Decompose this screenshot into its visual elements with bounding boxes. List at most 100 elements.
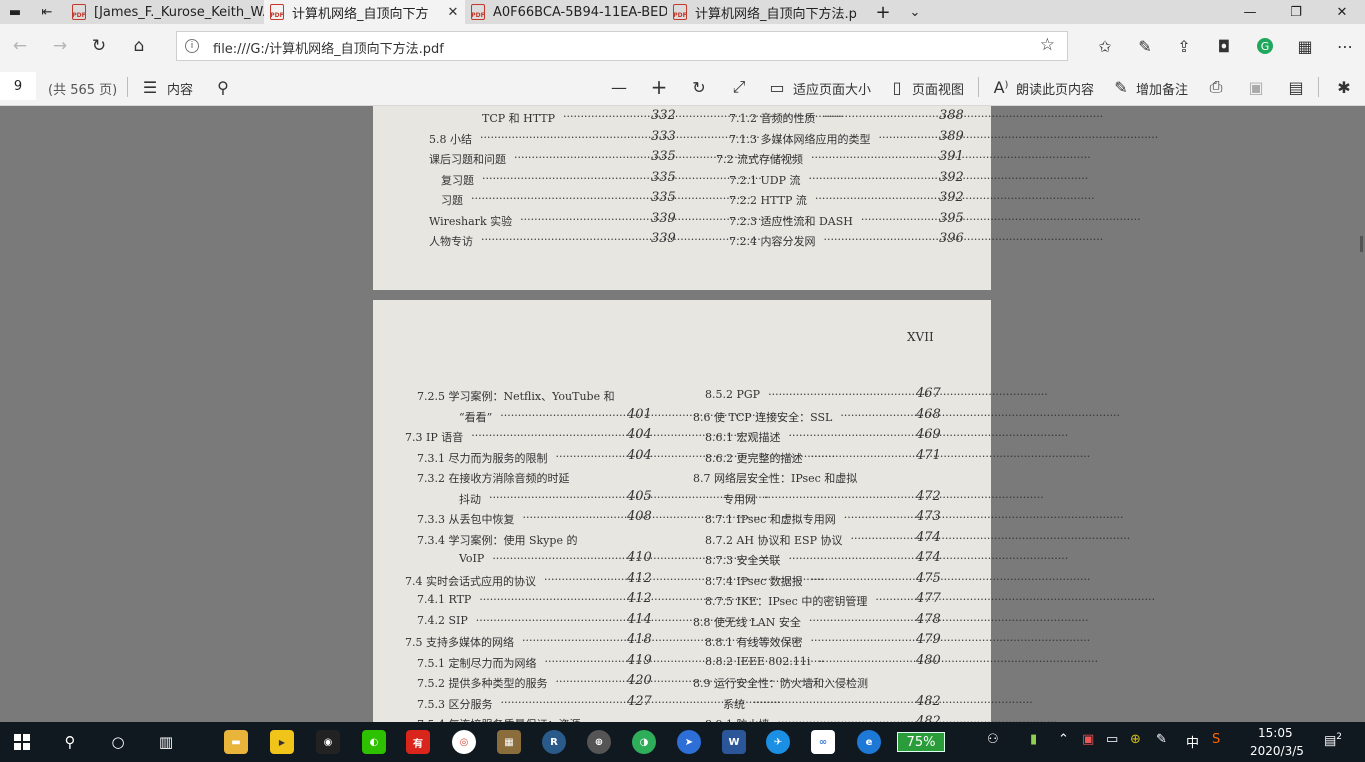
- toc-entry[interactable]: 8.7.5 IKE：IPsec 中的密钥管理: [705, 593, 867, 609]
- toc-entry[interactable]: 8.7.1 IPsec 和虚拟专用网: [705, 511, 836, 527]
- toc-entry[interactable]: 7.5.2 提供多种类型的服务: [417, 675, 548, 691]
- pocket-icon[interactable]: ◘: [1210, 32, 1238, 60]
- toc-entry[interactable]: 7.3 IP 语音: [405, 429, 463, 445]
- toc-entry[interactable]: 8.9 运行安全性：防火墙和入侵检测: [693, 675, 868, 691]
- favorites-icon[interactable]: ✩: [1091, 32, 1119, 60]
- toc-entry[interactable]: 7.4.2 SIP: [417, 614, 468, 627]
- windows-start-icon[interactable]: [6, 726, 38, 758]
- add-notes-icon[interactable]: ✎: [1110, 74, 1132, 100]
- qq-icon[interactable]: ◉: [316, 730, 340, 754]
- address-input[interactable]: i file:///G:/计算机网络_自顶向下方法.pdf ☆: [176, 31, 1068, 61]
- youdao-icon[interactable]: 有: [406, 730, 430, 754]
- favorite-star-icon[interactable]: ☆: [1040, 35, 1055, 55]
- tab-a0f66bca[interactable]: PDF A0F66BCA-5B94-11EA-BED(: [465, 0, 667, 24]
- toc-entry[interactable]: 8.6 使 TCP 连接安全：SSL: [693, 409, 832, 425]
- wechat-icon[interactable]: ◐: [362, 730, 386, 754]
- file-explorer-icon[interactable]: ▬: [224, 730, 248, 754]
- close-window-button[interactable]: ✕: [1319, 0, 1365, 24]
- zoom-out-icon[interactable]: —: [606, 74, 632, 100]
- chevron-up-icon[interactable]: ⌃: [1058, 732, 1069, 747]
- toc-entry[interactable]: 8.7 网络层安全性：IPsec 和虚拟: [693, 470, 857, 486]
- share-icon[interactable]: ⇪: [1170, 32, 1198, 60]
- chevron-down-icon[interactable]: ⌄: [902, 0, 928, 24]
- toc-entry[interactable]: 7.2.4 内容分发网: [729, 233, 816, 249]
- toc-entry[interactable]: 7.1.2 音频的性质: [729, 110, 816, 126]
- toc-entry[interactable]: 8.8 使无线 LAN 安全: [693, 614, 801, 630]
- page-view-button[interactable]: 页面视图: [912, 79, 964, 98]
- tab-computer-networks-active[interactable]: PDF 计算机网络_自顶向下方 ✕: [264, 0, 465, 24]
- clock-date[interactable]: 2020/3/5: [1250, 744, 1304, 758]
- pin-toolbar-icon[interactable]: ✱: [1331, 74, 1357, 100]
- fullscreen-icon[interactable]: ⤢: [726, 74, 752, 100]
- close-icon[interactable]: ✕: [444, 5, 462, 20]
- more-icon[interactable]: ⋯: [1331, 32, 1359, 60]
- toc-entry[interactable]: 7.5.3 区分服务: [417, 696, 493, 712]
- contents-button[interactable]: 内容: [167, 79, 193, 98]
- toc-entry[interactable]: 7.2 流式存储视频: [716, 151, 803, 167]
- toc-entry[interactable]: “看看”: [459, 409, 492, 425]
- back-arrow-icon[interactable]: ←: [6, 32, 34, 60]
- feishu-icon[interactable]: ➤: [677, 730, 701, 754]
- toc-entry[interactable]: 8.7.4 IPsec 数据报: [705, 573, 803, 589]
- toc-entry[interactable]: 复习题: [441, 172, 474, 188]
- toc-entry[interactable]: 7.3.3 从丢包中恢复: [417, 511, 515, 527]
- toc-entry[interactable]: 8.6.2 更完整的描述: [705, 450, 803, 466]
- toc-entry[interactable]: 系统: [723, 696, 745, 712]
- read-aloud-icon[interactable]: A⁾: [990, 74, 1012, 100]
- cortana-icon[interactable]: ○: [102, 726, 134, 758]
- tab-actions-icon[interactable]: ▬: [2, 0, 28, 24]
- toc-entry[interactable]: 7.1.3 多媒体网络应用的类型: [729, 131, 871, 147]
- battery-indicator[interactable]: 75%: [897, 732, 945, 752]
- toc-entry[interactable]: 8.6.1 宏观描述: [705, 429, 781, 445]
- toc-entry[interactable]: 抖动: [459, 491, 481, 507]
- toc-entry[interactable]: 7.2.1 UDP 流: [729, 172, 800, 188]
- zoom-in-icon[interactable]: +: [646, 74, 672, 100]
- tray-app-icon[interactable]: ▣: [1082, 732, 1094, 747]
- toc-entry[interactable]: Wireshark 实验: [429, 213, 512, 229]
- pdf-viewport[interactable]: TCP 和 HTTP ······························…: [0, 106, 1365, 722]
- toc-entry[interactable]: 7.3.2 在接收方消除音频的时延: [417, 470, 570, 486]
- url-text[interactable]: file:///G:/计算机网络_自顶向下方法.pdf: [213, 38, 444, 57]
- ime-indicator[interactable]: 中: [1186, 732, 1199, 751]
- set-aside-tabs-icon[interactable]: ⇤: [34, 0, 60, 24]
- toc-entry[interactable]: 8.5.2 PGP: [705, 388, 760, 401]
- baidu-netdisk-icon[interactable]: ∞: [811, 730, 835, 754]
- grammarly-icon[interactable]: G: [1251, 32, 1279, 60]
- fit-page-icon[interactable]: ▭: [766, 74, 788, 100]
- plus-tray-icon[interactable]: ⊕: [1130, 732, 1141, 747]
- message-icon[interactable]: ✈: [766, 730, 790, 754]
- toc-entry[interactable]: 8.7.2 AH 协议和 ESP 协议: [705, 532, 842, 548]
- extension-icon[interactable]: ▦: [1291, 32, 1319, 60]
- toc-entry[interactable]: 8.8.2 IEEE 802.11i: [705, 655, 810, 668]
- toc-entry[interactable]: 7.4.1 RTP: [417, 593, 471, 606]
- player-icon[interactable]: ▶: [270, 730, 294, 754]
- app-green-icon[interactable]: ◑: [632, 730, 656, 754]
- toc-entry[interactable]: 7.2.2 HTTP 流: [729, 192, 807, 208]
- toc-entry[interactable]: 课后习题和问题: [429, 151, 506, 167]
- scrollbar-thumb[interactable]: [1360, 236, 1363, 252]
- notification-icon[interactable]: ▤2: [1324, 732, 1342, 748]
- save-as-icon[interactable]: ▤: [1283, 74, 1309, 100]
- sogou-icon[interactable]: S: [1212, 732, 1220, 747]
- chrome-icon[interactable]: ◎: [452, 730, 476, 754]
- page-number[interactable]: 9: [14, 79, 22, 94]
- toc-entry[interactable]: 7.5.1 定制尽力而为网络: [417, 655, 537, 671]
- restore-button[interactable]: ❐: [1273, 0, 1319, 24]
- read-aloud-button[interactable]: 朗读此页内容: [1016, 79, 1094, 98]
- power-icon[interactable]: ▭: [1106, 732, 1118, 747]
- people-icon[interactable]: ⚇: [987, 732, 999, 747]
- minimize-button[interactable]: —: [1227, 0, 1273, 24]
- refresh-icon[interactable]: ↻: [85, 32, 113, 60]
- print-icon[interactable]: ⎙: [1203, 74, 1229, 100]
- toc-entry[interactable]: 7.3.1 尽力而为服务的限制: [417, 450, 548, 466]
- add-notes-button[interactable]: 增加备注: [1136, 79, 1188, 98]
- word-icon[interactable]: W: [722, 730, 746, 754]
- battery-tray-icon[interactable]: ▮: [1030, 732, 1037, 747]
- toc-entry[interactable]: 5.8 小结: [429, 131, 472, 147]
- toc-entry[interactable]: 人物专访: [429, 233, 473, 249]
- tab-james-kurose[interactable]: PDF [James_F._Kurose_Keith_W._: [66, 0, 264, 24]
- task-view-icon[interactable]: ▥: [150, 726, 182, 758]
- info-icon[interactable]: i: [185, 39, 199, 53]
- page-view-icon[interactable]: ▯: [886, 74, 908, 100]
- search-icon[interactable]: ⚲: [210, 74, 236, 100]
